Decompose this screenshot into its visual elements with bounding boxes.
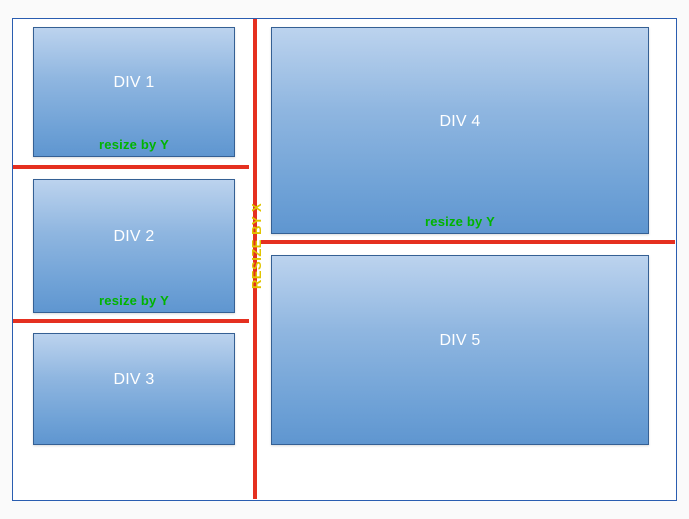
box-div3[interactable]: DIV 3 [33,333,235,445]
separator-h-right-1[interactable] [261,240,675,244]
separator-h-left-2[interactable] [13,319,249,323]
box-div4[interactable]: DIV 4 resize by Y [271,27,649,234]
box-div1-title: DIV 1 [34,74,234,92]
box-div5-title: DIV 5 [272,332,648,350]
box-div2[interactable]: DIV 2 resize by Y [33,179,235,313]
separator-h-left-1[interactable] [13,165,249,169]
box-div1[interactable]: DIV 1 resize by Y [33,27,235,157]
resize-x-label: RESIZE BY X [249,203,264,289]
page: DIV 1 resize by Y DIV 2 resize by Y DIV … [0,0,689,519]
box-div1-resize-label: resize by Y [34,137,234,152]
box-div2-resize-label: resize by Y [34,293,234,308]
box-div4-title: DIV 4 [272,113,648,131]
box-div2-title: DIV 2 [34,228,234,246]
outer-frame: DIV 1 resize by Y DIV 2 resize by Y DIV … [12,18,677,501]
box-div5[interactable]: DIV 5 [271,255,649,445]
box-div3-title: DIV 3 [34,371,234,389]
box-div4-resize-label: resize by Y [272,214,648,229]
